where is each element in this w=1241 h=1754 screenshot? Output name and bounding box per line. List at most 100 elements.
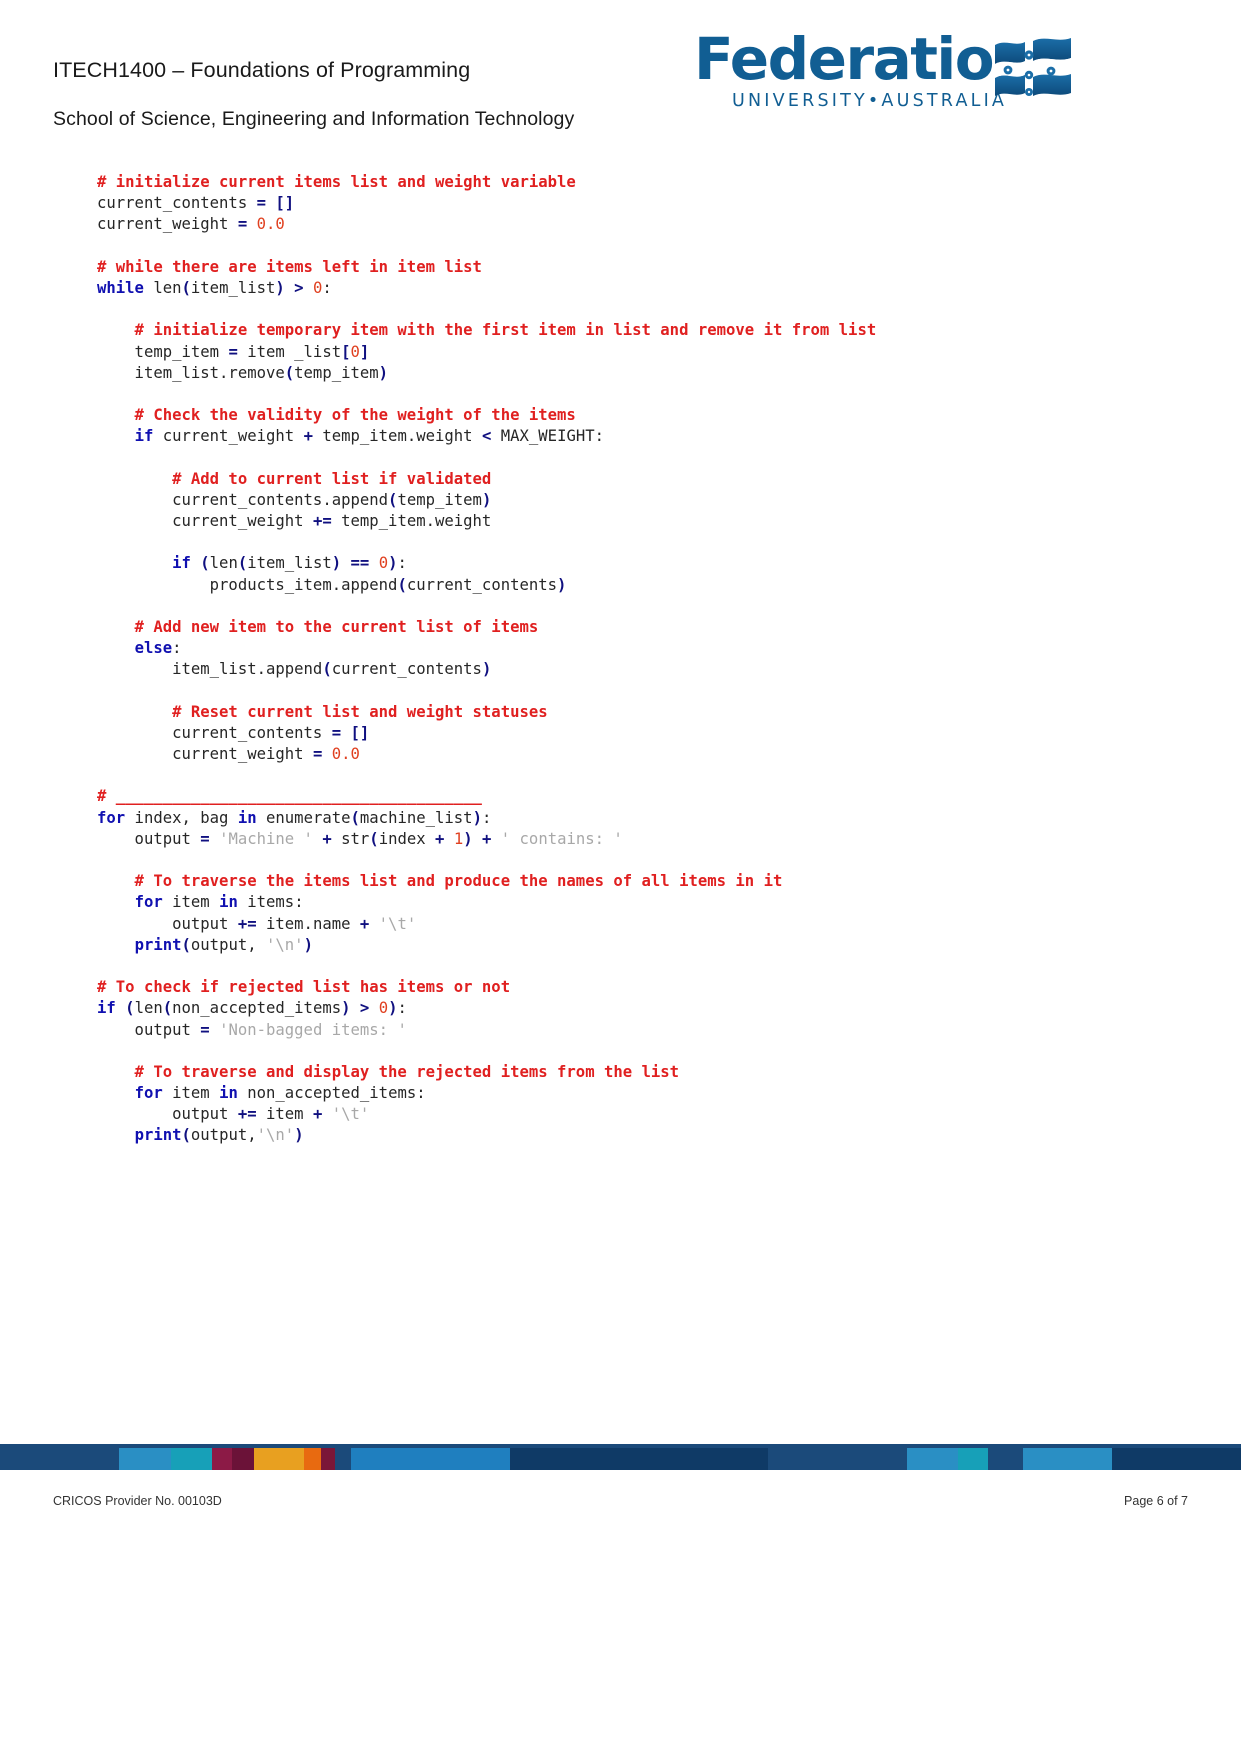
footer-bar-segment	[303, 1448, 322, 1470]
code-token-op: ]	[359, 342, 370, 361]
code-line: output += item + '\t'	[97, 1104, 1197, 1125]
code-token-plain: temp_item.weight	[322, 427, 482, 446]
code-token-str: '\t'	[331, 1105, 370, 1124]
code-token-plain: MAX_WEIGHT:	[500, 427, 605, 446]
code-token-op: =	[256, 194, 276, 213]
code-token-com: # while there are items left in item lis…	[97, 257, 482, 276]
code-token-kw: print	[134, 935, 182, 954]
code-line: # ______________________________________…	[97, 786, 1197, 807]
code-line: # To traverse and display the rejected i…	[97, 1062, 1197, 1083]
code-token-op: (	[181, 935, 191, 954]
code-token-kw: else	[134, 639, 173, 658]
code-token-plain: output	[97, 914, 238, 933]
code-line: # To traverse the items list and produce…	[97, 871, 1197, 892]
code-token-op: (	[125, 999, 135, 1018]
code-token-op: []	[275, 194, 295, 213]
code-token-plain: items:	[237, 893, 304, 912]
page-header: ITECH1400 – Foundations of Programming S…	[0, 0, 1241, 150]
footer-color-bar	[0, 1448, 1241, 1470]
code-token-plain: temp_item	[294, 363, 379, 382]
code-token-plain: :	[397, 554, 407, 573]
footer-bar-segment	[509, 1448, 768, 1470]
code-line: # initialize temporary item with the fir…	[97, 320, 1197, 341]
code-token-op: ) >	[275, 278, 313, 297]
logo-tagline: UNIVERSITY•AUSTRALIA	[732, 91, 1008, 111]
footer-bar-segment	[232, 1448, 254, 1470]
code-token-str: '\n'	[266, 935, 304, 954]
code-line: if current_weight + temp_item.weight < M…	[97, 426, 1197, 447]
code-token-num: 1	[453, 829, 464, 848]
code-token-num: 0	[378, 999, 389, 1018]
code-token-plain: item.name	[266, 914, 360, 933]
code-token-op: +=	[312, 512, 342, 530]
code-line: products_item.append(current_contents)	[97, 575, 1197, 596]
code-token-com: # initialize temporary item with the fir…	[97, 321, 877, 340]
code-line: if (len(item_list) == 0):	[97, 553, 1197, 574]
code-token-op: [	[341, 342, 351, 361]
code-token-plain: temp_item.weight	[341, 512, 492, 530]
code-line: item_list.remove(temp_item)	[97, 363, 1197, 384]
code-line: temp_item = item _list[0]	[97, 342, 1197, 363]
code-token-op: []	[350, 723, 370, 742]
code-token-plain: item_list	[247, 554, 332, 573]
code-line: current_contents = []	[97, 723, 1197, 744]
code-token-num: 0.0	[331, 745, 360, 764]
code-line: current_weight = 0.0	[97, 214, 1197, 235]
code-token-plain: current_contents	[97, 723, 332, 742]
code-token-op: =	[200, 829, 220, 848]
code-token-num: 0.0	[256, 215, 285, 234]
code-token-num: 0	[378, 554, 389, 573]
code-token-num: 0	[350, 342, 360, 361]
code-token-plain: current_weight	[97, 745, 313, 764]
footer-bar-segment	[958, 1448, 988, 1470]
code-line: for item in non_accepted_items:	[97, 1083, 1197, 1104]
code-line: # Reset current list and weight statuses	[97, 702, 1197, 723]
code-token-plain: output	[97, 1105, 238, 1124]
cricos-provider-text: CRICOS Provider No. 00103D	[53, 1494, 222, 1508]
code-token-plain: current_contents	[331, 660, 482, 679]
code-line: print(output, '\n')	[97, 935, 1197, 956]
code-token-kw: while	[97, 278, 144, 297]
code-token-plain: temp_item	[397, 490, 482, 509]
code-token-kw: for	[134, 1084, 163, 1103]
code-token-kw: in	[219, 893, 238, 912]
code-token-plain: :	[397, 999, 407, 1018]
code-line: output += item.name + '\t'	[97, 914, 1197, 935]
page-title: ITECH1400 – Foundations of Programming	[53, 58, 471, 82]
code-token-plain: products_item.append	[97, 575, 398, 594]
page-number-text: Page 6 of 7	[1124, 1494, 1188, 1508]
code-token-op: +	[312, 1105, 332, 1124]
code-token-com: # To traverse the items list and produce…	[97, 872, 783, 891]
code-token-op: )	[481, 490, 492, 509]
code-token-plain: index	[378, 829, 436, 848]
footer-bar-segment	[987, 1448, 1023, 1470]
code-line: while len(item_list) > 0:	[97, 278, 1197, 299]
code-token-num: 0	[312, 278, 323, 297]
code-token-op: +=	[237, 914, 266, 933]
code-token-str: ' contains: '	[500, 829, 623, 848]
code-token-plain: current_contents.append	[97, 490, 389, 509]
federation-university-logo: Federation UNIVERSITY•AUSTRALIA	[694, 28, 1074, 113]
page-subtitle: School of Science, Engineering and Infor…	[53, 108, 575, 130]
code-line: current_contents = []	[97, 193, 1197, 214]
code-token-op: <	[481, 427, 501, 446]
code-token-op: )	[378, 363, 389, 382]
code-token-plain: str	[341, 829, 370, 848]
code-token-plain: :	[481, 808, 492, 827]
footer-bar-segment	[767, 1448, 907, 1470]
code-token-plain: item	[162, 893, 220, 912]
code-token-plain: output,	[190, 935, 267, 954]
code-token-kw: if	[172, 554, 191, 573]
code-token-op: )	[472, 808, 482, 827]
code-token-op: =	[228, 342, 248, 361]
code-token-plain: item	[266, 1105, 313, 1124]
